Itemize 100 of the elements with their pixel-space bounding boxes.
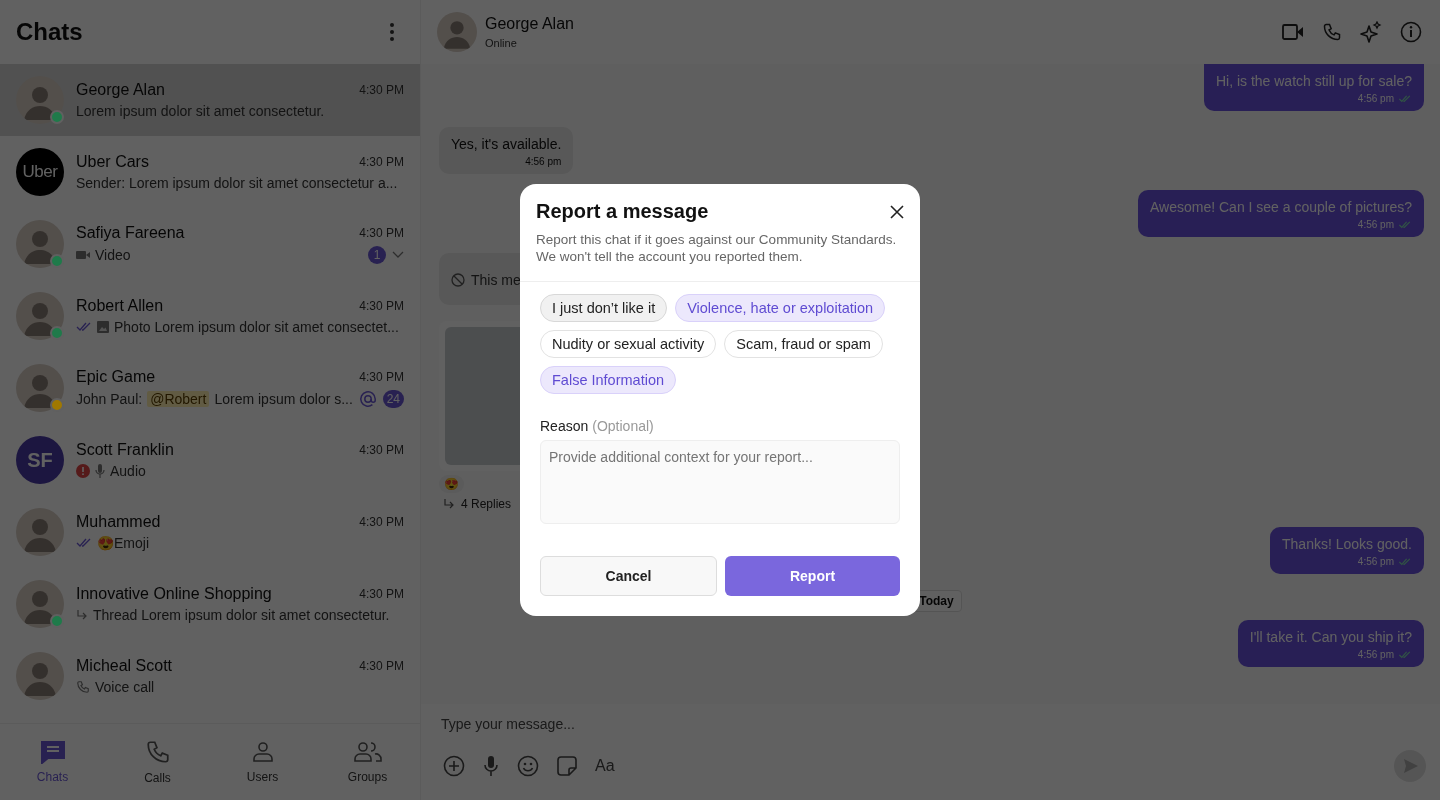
phone-icon <box>144 739 171 765</box>
chat-list-item[interactable]: George Alan 4:30 PM Lorem ipsum dolor sit amet consectetur. <box>0 64 420 136</box>
message-preview: Voice call <box>95 679 155 695</box>
contact-name: Epic Game <box>76 368 157 386</box>
chat-list-item[interactable]: Safiya Fareena 4:30 PM Video 1 <box>0 208 420 280</box>
replies-link[interactable]: 4 Replies <box>461 497 512 511</box>
double-check-icon <box>76 322 92 332</box>
contact-name: Micheal Scott <box>76 657 174 675</box>
chat-icon <box>39 740 66 764</box>
reason-input-field[interactable]: Provide additional context for your report... <box>540 440 900 524</box>
chat-list-item[interactable]: Uber Uber Cars 4:30 PM Sender: Lorem ipsum dolor sit amet consectetur a... <box>0 136 420 208</box>
chat-list-item[interactable]: Robert Allen 4:30 PM Photo Lorem ipsum dolor sit amet consectet... <box>0 280 420 352</box>
message-time: 4:30 PM <box>359 587 404 601</box>
avatar-silhouette <box>16 220 64 268</box>
chat-list-item[interactable]: Micheal Scott 4:30 PM Voice call <box>0 640 420 712</box>
message-text: Awesome! Can I see a couple of pictures? <box>1150 199 1412 215</box>
message-time: 4:30 PM <box>359 443 404 457</box>
unread-count: 24 <box>382 390 404 408</box>
reason-chip[interactable]: Violence, hate or exploitation <box>675 294 886 322</box>
chat-list-item[interactable]: Epic Game 4:30 PM John Paul: @Robert Lorem ipsum dolor s... 24 <box>0 352 420 424</box>
avatar-silhouette <box>16 580 64 628</box>
message-text: Hi, is the watch still up for sale? <box>1215 73 1412 89</box>
optional-hint: (Optional) <box>592 418 654 434</box>
avatar-silhouette <box>16 76 64 124</box>
avatar-silhouette <box>437 12 477 52</box>
message-time: 4:30 PM <box>359 299 404 313</box>
message-preview: Lorem ipsum dolor sit amet consectetur. <box>76 103 325 119</box>
add-icon[interactable] <box>443 755 465 777</box>
message-preview: Video <box>95 247 131 263</box>
message-time: 4:30 PM <box>359 515 404 529</box>
reason-chip[interactable]: I just don’t like it <box>540 294 668 322</box>
chat-list-item[interactable]: Innovative Online Shopping 4:30 PM Thread Lorem ipsum dolor sit amet consectetur. <box>0 568 420 640</box>
dialog-description: Report this chat if it goes against our Community Standards. We won't tell the account you reported them. <box>536 231 898 265</box>
video-camera-icon[interactable] <box>1282 23 1304 41</box>
message-preview: Audio <box>110 463 146 479</box>
nav-tab[interactable]: Users <box>210 724 315 800</box>
microphone-icon <box>95 464 105 478</box>
message-time: 4:56 pm <box>525 156 562 167</box>
phone-icon[interactable] <box>1322 22 1342 42</box>
avatar-silhouette <box>16 652 64 700</box>
double-check-icon <box>76 538 92 548</box>
microphone-icon[interactable] <box>483 755 499 777</box>
dialog-title: Report a message <box>536 200 709 223</box>
phone-call-icon <box>76 680 90 694</box>
close-icon[interactable] <box>890 204 904 219</box>
report-button[interactable]: Report <box>725 556 900 596</box>
message-text: This me <box>471 272 521 288</box>
reason-chip[interactable]: False Information <box>540 366 677 394</box>
video-camera-icon <box>76 250 90 260</box>
message-input-field[interactable]: Type your message... <box>435 712 1426 736</box>
message-preview: Lorem ipsum dolor s... <box>214 391 353 407</box>
message-preview: 😍Emoji <box>97 535 149 551</box>
message-preview: Photo Lorem ipsum dolor sit amet consectet... <box>114 319 399 335</box>
nav-tab[interactable]: Groups <box>315 724 420 800</box>
message-time: 4:30 PM <box>359 83 404 97</box>
message-text: Thanks! Looks good. <box>1282 536 1412 552</box>
double-check-icon <box>1398 650 1412 659</box>
send-icon[interactable] <box>1394 750 1426 782</box>
double-check-icon <box>1398 94 1412 103</box>
nav-tab[interactable]: Chats <box>0 724 105 800</box>
info-icon[interactable] <box>1400 21 1422 43</box>
avatar-silhouette <box>16 292 64 340</box>
reason-chip[interactable]: Nudity or sexual activity <box>540 330 717 358</box>
reason-chip[interactable]: Scam, fraud or spam <box>724 330 883 358</box>
nav-tab[interactable]: Calls <box>105 724 210 800</box>
message-text: Yes, it's available. <box>451 136 562 152</box>
image-icon <box>97 321 109 333</box>
message-preview: Thread Lorem ipsum dolor sit amet consectetur. <box>93 607 390 623</box>
more-menu-icon[interactable] <box>390 23 394 41</box>
cancel-button[interactable]: Cancel <box>540 556 717 596</box>
message-time: 4:30 PM <box>359 659 404 673</box>
mention-tag: @Robert <box>147 391 210 407</box>
emoji-icon[interactable] <box>517 755 539 777</box>
contact-name: Safiya Fareena <box>76 224 186 242</box>
presence-status: Online <box>485 37 518 49</box>
avatar-silhouette <box>16 364 64 412</box>
contact-name: Scott Franklin <box>76 441 175 459</box>
contact-name: George Alan <box>76 81 166 99</box>
message-time: 4:30 PM <box>359 370 404 384</box>
thread-arrow-icon <box>443 498 455 510</box>
contact-name: Robert Allen <box>76 297 165 315</box>
sparkle-icon[interactable] <box>1360 21 1382 43</box>
double-check-icon <box>1398 557 1412 566</box>
message-preview: John Paul: <box>76 391 143 407</box>
contact-name: Innovative Online Shopping <box>76 585 273 603</box>
avatar-silhouette <box>16 508 64 556</box>
contact-name: George Alan <box>485 15 575 33</box>
avatar-logo: Uber <box>16 148 64 196</box>
error-icon <box>76 464 90 478</box>
message-time: 4:30 PM <box>359 155 404 169</box>
double-check-icon <box>1398 220 1412 229</box>
text-format-button[interactable]: Aa <box>595 757 615 775</box>
sticker-icon[interactable] <box>557 756 577 776</box>
chat-list-item[interactable]: Muhammed 4:30 PM 😍Emoji <box>0 496 420 568</box>
chevron-down-icon[interactable] <box>392 251 404 259</box>
contact-name: Muhammed <box>76 513 162 531</box>
thread-arrow-icon <box>76 609 88 621</box>
blocked-icon <box>451 273 465 287</box>
chat-list-item[interactable]: SF Scott Franklin 4:30 PM Audio <box>0 424 420 496</box>
unread-count: 1 <box>368 246 386 264</box>
